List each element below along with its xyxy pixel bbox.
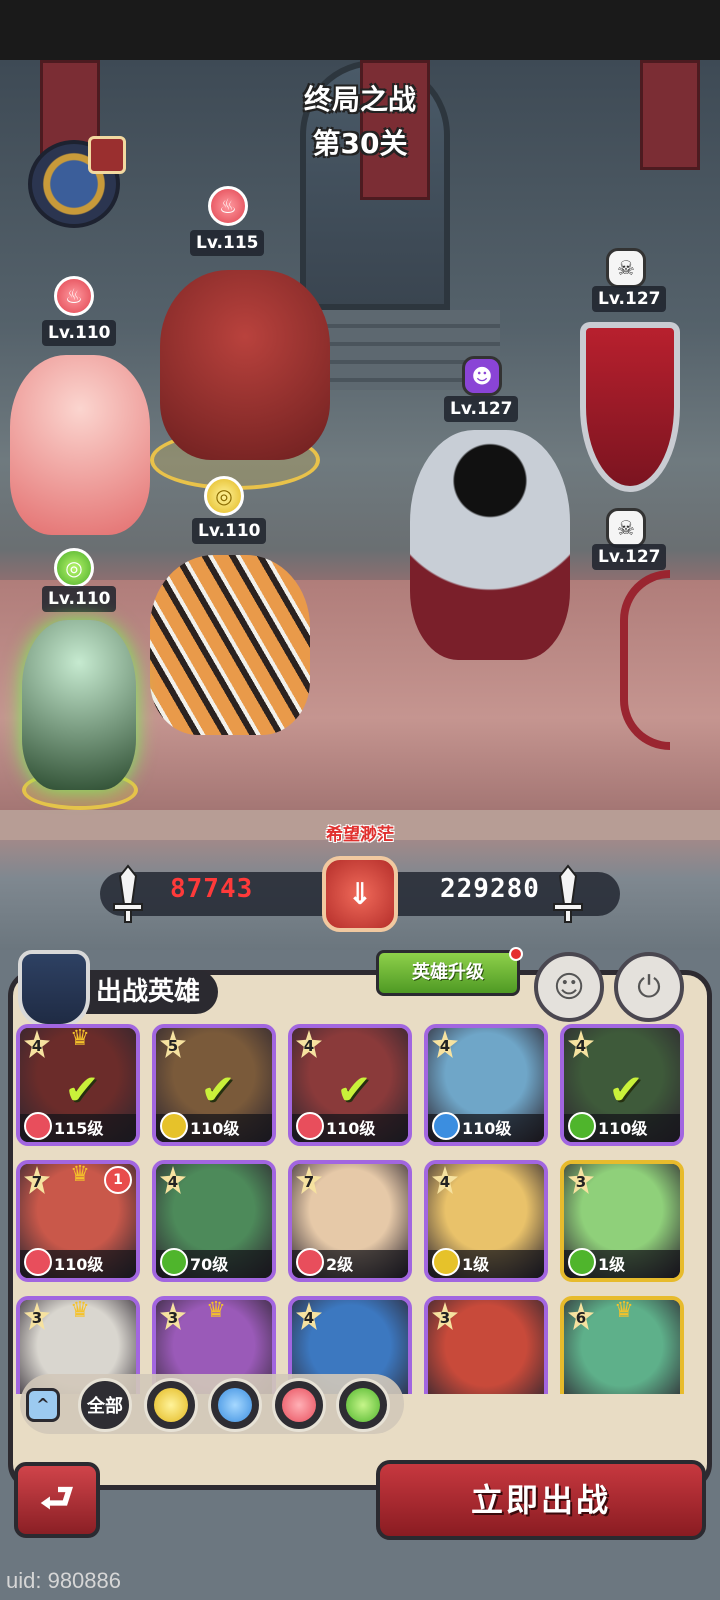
hero-card[interactable]: 4 110级 — [424, 1024, 548, 1146]
selected-check-icon: ✔ — [336, 1065, 372, 1114]
fire-element-icon: ♨ — [208, 186, 248, 226]
fire-element-icon — [296, 1112, 324, 1140]
start-battle-label: 立即出战 — [470, 1481, 611, 1519]
ghost-pair-icon: ☺ — [553, 969, 585, 1005]
hero-level: 2级 — [326, 1255, 354, 1274]
hero-level: 1级 — [598, 1255, 626, 1274]
ally-power-value: 87743 — [170, 874, 254, 904]
hero-card[interactable]: 4 70级 — [152, 1160, 276, 1282]
hero-level: 115级 — [54, 1119, 104, 1138]
skull-icon: ☠ — [606, 508, 646, 548]
fire-element-icon — [24, 1112, 52, 1140]
hero-level: 110级 — [54, 1255, 104, 1274]
hero-level: 110级 — [598, 1119, 648, 1138]
earth-element-icon — [154, 1388, 188, 1422]
collapse-button[interactable]: ^ — [26, 1388, 60, 1422]
hero-level: 70级 — [190, 1255, 229, 1274]
enemy-sword-icon — [546, 864, 590, 924]
power-icon: ⏻ — [637, 969, 661, 1005]
hero-card[interactable]: 4 1级 — [424, 1160, 548, 1282]
wood-element-icon — [346, 1388, 380, 1422]
start-battle-button[interactable]: 立即出战 — [376, 1460, 706, 1540]
ally-hero-dryad[interactable] — [14, 612, 144, 792]
earth-element-icon — [160, 1112, 188, 1140]
hero-card[interactable]: 6 ♛ — [560, 1296, 684, 1394]
hero-card[interactable]: 4 ✔ 110级 — [560, 1024, 684, 1146]
enemy-shield[interactable] — [560, 312, 690, 502]
versus-icon: ⇓ — [322, 856, 398, 932]
filter-all-button[interactable]: 全部 — [78, 1378, 132, 1432]
enemy-level-shield: Lv.127 — [592, 286, 667, 312]
hero-card[interactable]: 7 2级 — [288, 1160, 412, 1282]
wood-element-icon: ◎ — [54, 548, 94, 588]
hero-card[interactable]: 4 ♛ ✔ 115级 — [16, 1024, 140, 1146]
user-id: uid: 980886 — [6, 1568, 121, 1593]
hero-card[interactable]: 4 ✔ 110级 — [288, 1024, 412, 1146]
fire-element-icon — [296, 1248, 324, 1276]
ally-level-tiger: Lv.110 — [192, 518, 267, 544]
enemy-dark-knight[interactable] — [380, 410, 590, 670]
awaken-badge: 1 — [104, 1166, 132, 1194]
hero-grid: 4 ♛ ✔ 115级 5 ✔ 110级 4 ✔ 110级 4 110级 4 ✔ 110级 7 ♛ 1 110级 4 70… — [16, 1024, 706, 1394]
ally-sword-icon — [106, 864, 150, 924]
filter-wood-button[interactable] — [336, 1378, 390, 1432]
crown-icon: ♛ — [70, 1026, 90, 1051]
ally-hero-minotaur[interactable] — [130, 250, 360, 470]
fire-element-icon — [282, 1388, 316, 1422]
helmet-icon — [18, 950, 90, 1028]
enemy-power-value: 229280 — [440, 874, 540, 904]
selected-check-icon: ✔ — [200, 1065, 236, 1114]
crown-icon: ♛ — [206, 1298, 226, 1323]
hero-card[interactable]: 5 ✔ 110级 — [152, 1024, 276, 1146]
crown-icon: ♛ — [70, 1298, 90, 1323]
filter-fire-button[interactable] — [272, 1378, 326, 1432]
game-screen: 终局之战 第30关 ♨ Lv.115 ♨ Lv.110 ◎ Lv.110 ◎ L… — [0, 0, 720, 1600]
wood-element-icon — [160, 1248, 188, 1276]
notification-dot — [509, 947, 523, 961]
filter-all-label: 全部 — [87, 1396, 123, 1417]
ally-level-rose-princess: Lv.110 — [42, 320, 117, 346]
filter-water-button[interactable] — [208, 1378, 262, 1432]
hero-level: 110级 — [190, 1119, 240, 1138]
fire-element-icon: ♨ — [54, 276, 94, 316]
back-button[interactable]: ⮐ — [14, 1462, 100, 1538]
skull-icon: ☠ — [606, 248, 646, 288]
hero-upgrade-label: 英雄升级 — [412, 962, 484, 983]
back-arrow-icon: ⮐ — [39, 1476, 75, 1520]
fire-element-icon — [24, 1248, 52, 1276]
enemy-level-bow: Lv.127 — [592, 544, 667, 570]
team-formation-button[interactable]: ☺ — [534, 952, 604, 1022]
wood-element-icon — [568, 1248, 596, 1276]
win-chance-label: 希望渺茫 — [326, 825, 394, 845]
wood-element-icon — [568, 1112, 596, 1140]
hero-card[interactable]: 3 1级 — [560, 1160, 684, 1282]
selected-check-icon: ✔ — [64, 1065, 100, 1114]
earth-element-icon: ◎ — [204, 476, 244, 516]
panel-title: 出战英雄 — [86, 970, 219, 1014]
hero-upgrade-button[interactable]: 英雄升级 — [376, 947, 523, 996]
hero-level: 110级 — [326, 1119, 376, 1138]
boss-portrait-icon — [88, 136, 126, 174]
ally-hero-tiger[interactable] — [140, 545, 320, 745]
ally-hero-rose-princess[interactable] — [0, 345, 160, 545]
water-element-icon — [432, 1112, 460, 1140]
filter-earth-button[interactable] — [144, 1378, 198, 1432]
hero-level: 1级 — [462, 1255, 490, 1274]
crown-icon: ♛ — [70, 1162, 90, 1187]
selected-check-icon: ✔ — [608, 1065, 644, 1114]
earth-element-icon — [432, 1248, 460, 1276]
hero-card[interactable]: 3 — [424, 1296, 548, 1394]
auto-button[interactable]: ⏻ — [614, 952, 684, 1022]
enemy-bow[interactable] — [590, 570, 700, 760]
demon-element-icon: ☻ — [462, 356, 502, 396]
water-element-icon — [218, 1388, 252, 1422]
crown-icon: ♛ — [614, 1298, 634, 1323]
hero-card[interactable]: 7 ♛ 1 110级 — [16, 1160, 140, 1282]
chevron-up-icon: ^ — [36, 1395, 50, 1414]
hero-level: 110级 — [462, 1119, 512, 1138]
ally-level-dryad: Lv.110 — [42, 586, 117, 612]
stage-chapter: 终局之战 — [303, 83, 416, 116]
chapter-map-button[interactable] — [28, 136, 126, 228]
